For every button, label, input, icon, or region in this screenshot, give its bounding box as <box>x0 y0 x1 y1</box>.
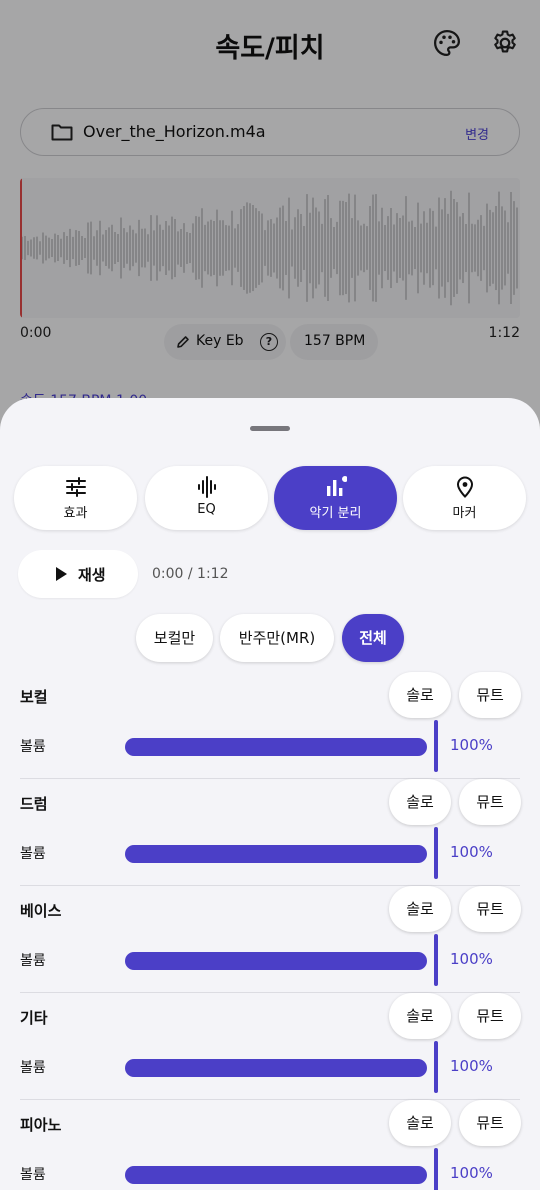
volume-label: 볼륨 <box>20 953 46 969</box>
mute-button[interactable]: 뮤트 <box>459 886 521 932</box>
volume-slider-thumb[interactable] <box>434 934 438 986</box>
solo-button[interactable]: 솔로 <box>389 672 451 718</box>
track-row-vocals: 보컬 솔로 뮤트 볼륨 100% <box>0 672 540 779</box>
bar-chart-icon <box>326 476 347 496</box>
volume-slider-thumb[interactable] <box>434 1041 438 1093</box>
bottom-sheet: 효과 EQ 악기 분리 마커 재생 0:00 / 1:12 보컬만 반주만(MR… <box>0 398 540 1190</box>
volume-label: 볼륨 <box>20 1060 46 1076</box>
track-row-guitar: 기타 솔로 뮤트 볼륨 100% <box>0 993 540 1100</box>
tab-label: 효과 <box>63 506 88 521</box>
drag-handle[interactable] <box>250 426 290 431</box>
volume-label: 볼륨 <box>20 739 46 755</box>
track-name: 기타 <box>20 1009 48 1027</box>
track-name: 드럼 <box>20 795 48 813</box>
track-row-bass: 베이스 솔로 뮤트 볼륨 100% <box>0 886 540 993</box>
solo-button[interactable]: 솔로 <box>389 1100 451 1146</box>
volume-label: 볼륨 <box>20 1167 46 1183</box>
volume-label: 볼륨 <box>20 846 46 862</box>
tab-effects[interactable]: 효과 <box>14 466 137 530</box>
equalizer-icon <box>197 476 216 498</box>
tab-label: 악기 분리 <box>309 506 362 521</box>
volume-value: 100% <box>450 1057 493 1075</box>
mute-button[interactable]: 뮤트 <box>459 779 521 825</box>
volume-value: 100% <box>450 843 493 861</box>
mute-button[interactable]: 뮤트 <box>459 993 521 1039</box>
track-name: 피아노 <box>20 1116 62 1134</box>
mode-vocals-only[interactable]: 보컬만 <box>136 614 213 662</box>
track-name: 베이스 <box>20 902 62 920</box>
solo-button[interactable]: 솔로 <box>389 886 451 932</box>
play-button[interactable]: 재생 <box>18 550 138 598</box>
location-pin-icon <box>456 476 473 498</box>
tab-eq[interactable]: EQ <box>145 466 268 530</box>
volume-slider-thumb[interactable] <box>434 720 438 772</box>
volume-value: 100% <box>450 736 493 754</box>
volume-value: 100% <box>450 950 493 968</box>
tab-label: 마커 <box>452 506 477 521</box>
tab-label: EQ <box>197 502 216 517</box>
volume-value: 100% <box>450 1164 493 1182</box>
play-icon <box>56 567 67 581</box>
volume-slider-track[interactable] <box>125 845 427 863</box>
sliders-icon <box>65 477 86 497</box>
volume-slider-track[interactable] <box>125 1166 427 1184</box>
mute-button[interactable]: 뮤트 <box>459 672 521 718</box>
mode-instrumental[interactable]: 반주만(MR) <box>220 614 334 662</box>
track-name: 보컬 <box>20 688 48 706</box>
volume-slider-track[interactable] <box>125 952 427 970</box>
volume-slider-thumb[interactable] <box>434 1148 438 1190</box>
playback-time: 0:00 / 1:12 <box>152 566 229 582</box>
volume-slider-track[interactable] <box>125 738 427 756</box>
tab-stem-separation[interactable]: 악기 분리 <box>274 466 397 530</box>
mute-button[interactable]: 뮤트 <box>459 1100 521 1146</box>
volume-slider-thumb[interactable] <box>434 827 438 879</box>
solo-button[interactable]: 솔로 <box>389 779 451 825</box>
play-label: 재생 <box>78 566 106 584</box>
tab-markers[interactable]: 마커 <box>403 466 526 530</box>
solo-button[interactable]: 솔로 <box>389 993 451 1039</box>
track-row-drums: 드럼 솔로 뮤트 볼륨 100% <box>0 779 540 886</box>
mode-all[interactable]: 전체 <box>342 614 404 662</box>
volume-slider-track[interactable] <box>125 1059 427 1077</box>
track-row-piano: 피아노 솔로 뮤트 볼륨 100% <box>0 1100 540 1190</box>
